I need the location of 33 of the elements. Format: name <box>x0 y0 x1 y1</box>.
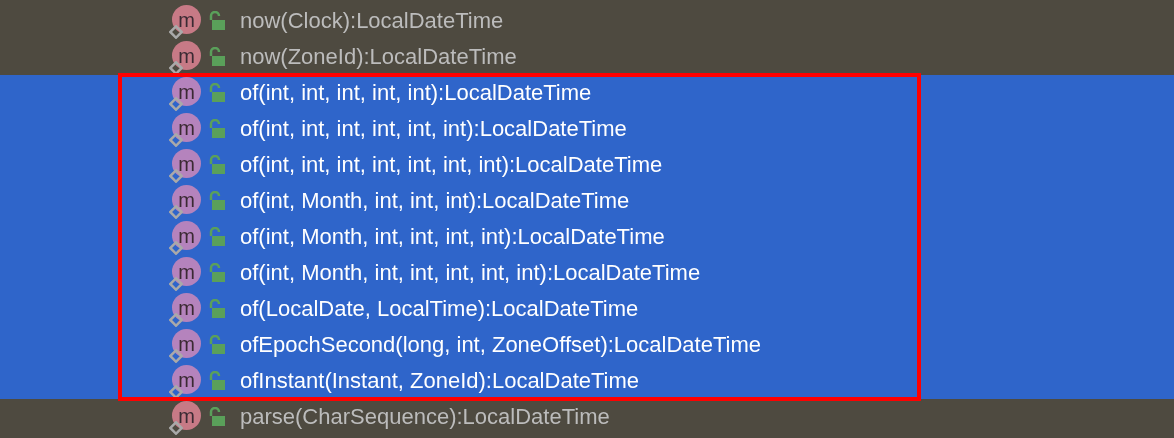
padlock-icon <box>208 119 226 139</box>
list-row[interactable]: m ofInstant(Instant, ZoneId):LocalDateTime <box>0 363 1174 399</box>
padlock-icon <box>208 191 226 211</box>
method-signature: now(ZoneId):LocalDateTime <box>240 44 517 70</box>
padlock-icon <box>208 335 226 355</box>
method-signature: of(int, int, int, int, int):LocalDateTime <box>240 80 592 106</box>
padlock-icon <box>208 11 226 31</box>
list-row[interactable]: m of(int, Month, int, int, int, int):LocalDateTime <box>0 219 1174 255</box>
padlock-icon <box>208 227 226 247</box>
method-signature: ofEpochSecond(long, int, ZoneOffset):LocalDateTime <box>240 332 761 358</box>
padlock-icon <box>208 299 226 319</box>
list-row[interactable]: m of(int, int, int, int, int):LocalDateTime <box>0 75 1174 111</box>
method-signature: of(int, Month, int, int, int, int):LocalDateTime <box>240 224 665 250</box>
list-row[interactable]: m of(int, int, int, int, int, int):LocalDateTime <box>0 111 1174 147</box>
padlock-icon <box>208 263 226 283</box>
method-signature: of(int, int, int, int, int, int):LocalDateTime <box>240 116 627 142</box>
padlock-icon <box>208 155 226 175</box>
method-signature: ofInstant(Instant, ZoneId):LocalDateTime <box>240 368 640 394</box>
method-signature: of(int, Month, int, int, int, int, int):LocalDateTime <box>240 260 701 286</box>
list-row[interactable]: m of(int, int, int, int, int, int, int):LocalDateTime <box>0 147 1174 183</box>
list-row[interactable]: m of(int, Month, int, int, int):LocalDateTime <box>0 183 1174 219</box>
method-signature: now(Clock):LocalDateTime <box>240 8 504 34</box>
method-signature: of(LocalDate, LocalTime):LocalDateTime <box>240 296 639 322</box>
list-row[interactable]: m ofEpochSecond(long, int, ZoneOffset):LocalDateTime <box>0 327 1174 363</box>
padlock-icon <box>208 47 226 67</box>
padlock-icon <box>208 407 226 427</box>
method-signature: of(int, int, int, int, int, int, int):LocalDateTime <box>240 152 663 178</box>
padlock-icon <box>208 83 226 103</box>
padlock-icon <box>208 371 226 391</box>
list-row[interactable]: m of(int, Month, int, int, int, int, int):LocalDateTime <box>0 255 1174 291</box>
method-signature: of(int, Month, int, int, int):LocalDateTime <box>240 188 630 214</box>
method-signature: parse(CharSequence):LocalDateTime <box>240 404 610 430</box>
list-row[interactable]: m of(LocalDate, LocalTime):LocalDateTime <box>0 291 1174 327</box>
